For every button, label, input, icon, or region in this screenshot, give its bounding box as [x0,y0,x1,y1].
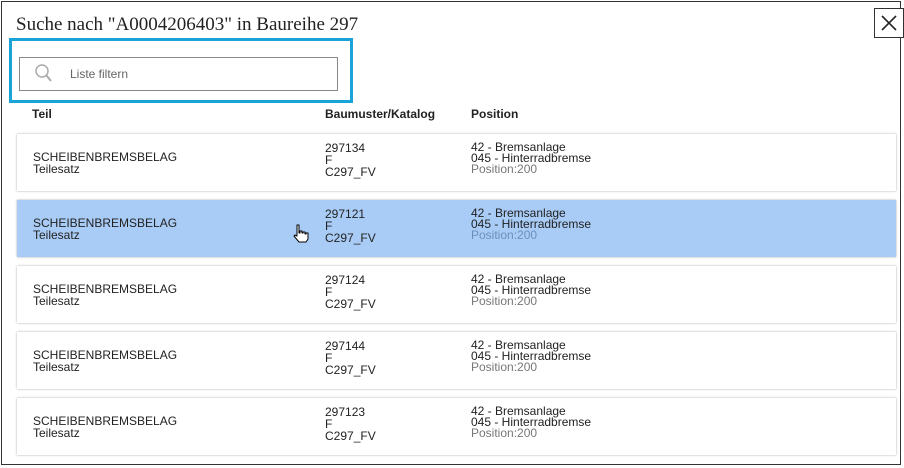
table-row[interactable]: SCHEIBENBREMSBELAG Teilesatz 297123 F C297_… [17,398,896,455]
model-number: 297121 [325,207,366,221]
close-button[interactable] [874,8,904,38]
close-icon [881,15,897,31]
search-icon [35,64,52,82]
filter-highlight [9,38,353,103]
model-number: 297134 [325,141,366,155]
position-number: Position:200 [471,360,538,374]
table-row[interactable]: SCHEIBENBREMSBELAG Teilesatz 297134 F C297_… [17,134,896,191]
part-type: Teilesatz [33,294,80,308]
position-number: Position:200 [471,294,538,308]
part-type: Teilesatz [33,426,80,440]
catalog-code: C297_FV [325,297,376,311]
hand-cursor-icon [293,224,309,243]
part-type: Teilesatz [33,162,80,176]
table-row[interactable]: SCHEIBENBREMSBELAG Teilesatz 297124 F C297_… [17,266,896,323]
catalog-code: C297_FV [325,165,376,179]
part-type: Teilesatz [33,228,80,242]
catalog-code: C297_FV [325,363,376,377]
filter-input[interactable] [68,66,292,82]
position-number: Position:200 [471,162,538,176]
model-number: 297123 [325,405,366,419]
column-header-model[interactable]: Baumuster/Katalog [325,107,435,121]
dialog-title: Suche nach "A0004206403" in Baureihe 297 [16,14,359,35]
table-row[interactable]: SCHEIBENBREMSBELAG Teilesatz 297144 F C297_… [17,332,896,389]
catalog-code: C297_FV [325,429,376,443]
position-number: Position:200 [471,228,538,242]
catalog-code: C297_FV [325,231,376,245]
model-number: 297124 [325,273,366,287]
part-type: Teilesatz [33,360,80,374]
column-header-part[interactable]: Teil [32,107,52,121]
position-number: Position:200 [471,426,538,440]
column-header-position[interactable]: Position [471,107,518,121]
filter-field[interactable] [19,57,338,91]
table-row-selected[interactable]: SCHEIBENBREMSBELAG Teilesatz 297121 F C297_… [17,200,896,257]
model-number: 297144 [325,339,366,353]
